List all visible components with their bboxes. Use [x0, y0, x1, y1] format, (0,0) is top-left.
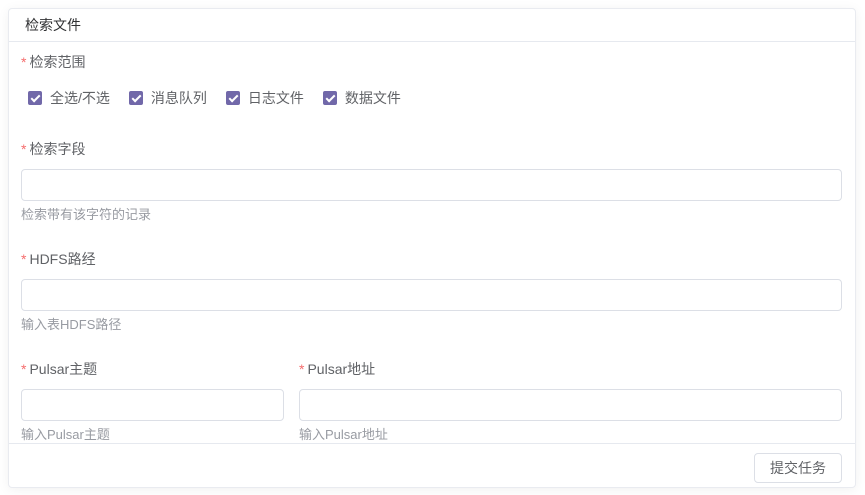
scope-label-row: * 检索范围 — [21, 52, 842, 72]
hdfs-path-hint: 输入表HDFS路径 — [21, 317, 842, 333]
pulsar-row: * Pulsar主题 输入Pulsar主题 * Pulsar地址 输入Pulsa… — [21, 359, 842, 443]
checkbox-checked-icon[interactable] — [323, 91, 337, 105]
checkbox-checked-icon[interactable] — [129, 91, 143, 105]
checkbox-select-all[interactable]: 全选/不选 — [28, 88, 110, 108]
form-item-search-field: * 检索字段 检索带有该字符的记录 — [21, 139, 842, 223]
hdfs-path-label: HDFS路经 — [29, 249, 95, 269]
pulsar-address-input[interactable] — [299, 389, 842, 421]
required-asterisk: * — [21, 52, 26, 72]
search-file-card: 检索文件 * 检索范围 全选/不选 消息队列 日志文件 — [8, 8, 856, 488]
pulsar-address-hint: 输入Pulsar地址 — [299, 427, 842, 443]
form-item-pulsar-topic: * Pulsar主题 输入Pulsar主题 — [21, 359, 284, 443]
scope-label: 检索范围 — [29, 52, 85, 72]
pulsar-address-label: Pulsar地址 — [307, 359, 375, 379]
pulsar-topic-hint: 输入Pulsar主题 — [21, 427, 284, 443]
required-asterisk: * — [21, 139, 26, 159]
card-title: 检索文件 — [9, 9, 855, 42]
pulsar-topic-input[interactable] — [21, 389, 284, 421]
checkbox-data-file[interactable]: 数据文件 — [323, 88, 401, 108]
search-field-hint: 检索带有该字符的记录 — [21, 207, 842, 223]
checkbox-checked-icon[interactable] — [226, 91, 240, 105]
search-field-label-row: * 检索字段 — [21, 139, 842, 159]
scope-checkbox-group: 全选/不选 消息队列 日志文件 数据文件 — [28, 88, 842, 108]
search-field-input[interactable] — [21, 169, 842, 201]
required-asterisk: * — [21, 249, 26, 269]
pulsar-address-label-row: * Pulsar地址 — [299, 359, 842, 379]
required-asterisk: * — [21, 359, 26, 379]
search-form: * 检索范围 全选/不选 消息队列 日志文件 数据文件 — [9, 42, 855, 443]
hdfs-path-input[interactable] — [21, 279, 842, 311]
checkbox-log-file[interactable]: 日志文件 — [226, 88, 304, 108]
search-field-label: 检索字段 — [29, 139, 85, 159]
form-item-pulsar-address: * Pulsar地址 输入Pulsar地址 — [299, 359, 842, 443]
hdfs-path-label-row: * HDFS路经 — [21, 249, 842, 269]
required-asterisk: * — [299, 359, 304, 379]
card-footer: 提交任务 — [9, 443, 855, 493]
form-item-hdfs-path: * HDFS路经 输入表HDFS路径 — [21, 249, 842, 333]
checkbox-checked-icon[interactable] — [28, 91, 42, 105]
pulsar-topic-label-row: * Pulsar主题 — [21, 359, 284, 379]
form-item-scope: * 检索范围 全选/不选 消息队列 日志文件 数据文件 — [21, 52, 842, 108]
pulsar-topic-label: Pulsar主题 — [29, 359, 97, 379]
submit-task-button[interactable]: 提交任务 — [754, 453, 842, 483]
checkbox-message-queue[interactable]: 消息队列 — [129, 88, 207, 108]
